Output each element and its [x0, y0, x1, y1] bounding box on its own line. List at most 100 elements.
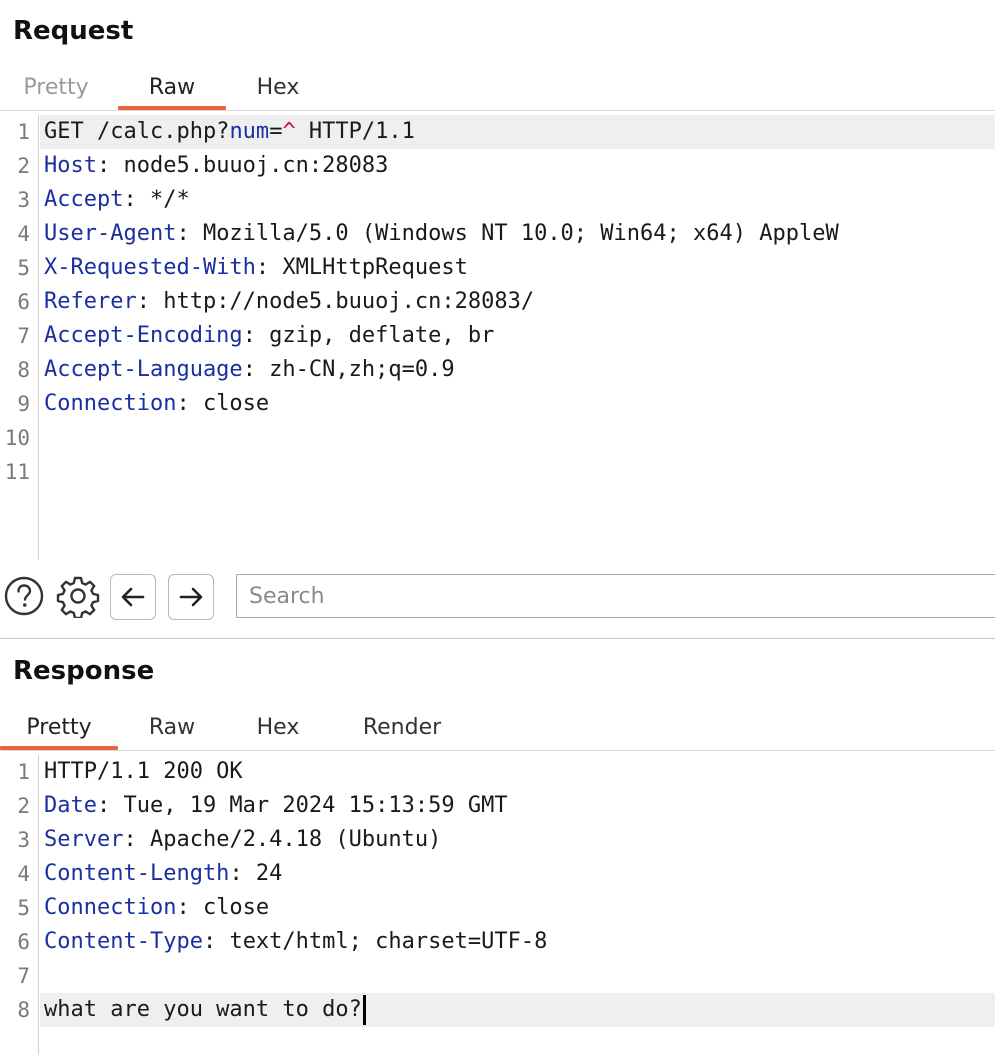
token: : XMLHttpRequest	[255, 255, 468, 280]
token: : Tue, 19 Mar 2024 15:13:59 GMT	[96, 793, 508, 818]
code-line: 10	[0, 421, 995, 455]
tab-label: Hex	[256, 715, 300, 740]
code-line: 5 X-Requested-With: XMLHttpRequest	[0, 251, 995, 285]
line-number: 10	[4, 426, 30, 450]
gear-icon	[56, 576, 100, 618]
line-content: Connection: close	[40, 891, 995, 925]
line-number: 4	[17, 222, 30, 246]
line-number: 2	[17, 794, 30, 818]
line-number: 1	[17, 760, 30, 784]
token: : node5.buuoj.cn:28083	[96, 153, 389, 178]
token: : close	[176, 391, 270, 416]
back-button[interactable]	[110, 574, 156, 620]
header-name: X-Requested-With	[44, 255, 256, 280]
code-line: 3 Server: Apache/2.4.18 (Ubuntu)	[0, 823, 995, 857]
code-line: 11	[0, 455, 995, 489]
header-name: Accept-Language	[44, 357, 243, 382]
token: : text/html; charset=UTF-8	[202, 929, 548, 954]
token: : Apache/2.4.18 (Ubuntu)	[123, 827, 442, 852]
line-number: 3	[17, 188, 30, 212]
request-tabs-divider	[0, 110, 995, 111]
header-name: Accept-Encoding	[44, 323, 243, 348]
forward-button[interactable]	[168, 574, 214, 620]
code-line: 4 Content-Length: 24	[0, 857, 995, 891]
line-number: 9	[17, 392, 30, 416]
line-number: 5	[17, 896, 30, 920]
header-name: Connection	[44, 391, 177, 416]
token: what are you want to do?	[44, 997, 362, 1022]
header-name: Referer	[44, 289, 137, 314]
response-tabs-divider	[0, 750, 995, 751]
code-line: 1 GET /calc.php?num=^ HTTP/1.1	[0, 115, 995, 149]
token: : gzip, deflate, br	[242, 323, 495, 348]
line-content: Content-Length: 24	[40, 857, 995, 891]
code-line: 4 User-Agent: Mozilla/5.0 (Windows NT 10.…	[0, 217, 995, 251]
code-line: 1 HTTP/1.1 200 OK	[0, 755, 995, 789]
response-tab-hex[interactable]: Hex	[230, 710, 326, 748]
tab-label: Raw	[148, 75, 196, 100]
line-content: Accept: */*	[40, 183, 995, 217]
tab-label: Raw	[148, 715, 196, 740]
line-number: 4	[17, 862, 30, 886]
request-tab-pretty[interactable]: Pretty	[0, 70, 112, 108]
line-content: User-Agent: Mozilla/5.0 (Windows NT 10.0…	[40, 217, 995, 251]
line-content: Content-Type: text/html; charset=UTF-8	[40, 925, 995, 959]
token: : */*	[123, 187, 190, 212]
code-line: 3 Accept: */*	[0, 183, 995, 217]
code-line: 9 Connection: close	[0, 387, 995, 421]
line-number: 7	[17, 964, 30, 988]
header-name: Content-Length	[44, 861, 230, 886]
help-button[interactable]	[2, 574, 46, 618]
line-content: Referer: http://node5.buuoj.cn:28083/	[40, 285, 995, 319]
request-editor[interactable]: 1 GET /calc.php?num=^ HTTP/1.1 2 Host: node…	[0, 115, 995, 560]
token: : zh-CN,zh;q=0.9	[242, 357, 455, 382]
response-tab-render[interactable]: Render	[346, 710, 458, 748]
tab-label: Pretty	[26, 715, 92, 740]
request-tab-raw[interactable]: Raw	[118, 70, 226, 110]
response-editor[interactable]: 1 HTTP/1.1 200 OK 2 Date: Tue, 19 Mar 2024 …	[0, 755, 995, 1055]
token: ^	[282, 119, 296, 144]
line-number: 1	[17, 120, 30, 144]
code-line: 2 Host: node5.buuoj.cn:28083	[0, 149, 995, 183]
line-number: 5	[17, 256, 30, 280]
line-content: Server: Apache/2.4.18 (Ubuntu)	[40, 823, 995, 857]
token: : http://node5.buuoj.cn:28083/	[136, 289, 535, 314]
line-number: 7	[17, 324, 30, 348]
code-line: 7 Accept-Encoding: gzip, deflate, br	[0, 319, 995, 353]
code-line: 8 Accept-Language: zh-CN,zh;q=0.9	[0, 353, 995, 387]
line-content: what are you want to do?	[40, 993, 995, 1027]
tab-label: Render	[362, 715, 442, 740]
token: HTTP/1.1	[295, 119, 415, 144]
line-content: HTTP/1.1 200 OK	[40, 755, 995, 789]
tab-label: Hex	[256, 75, 300, 100]
token: : Mozilla/5.0 (Windows NT 10.0; Win64; x…	[176, 221, 839, 246]
arrow-right-icon	[179, 587, 203, 607]
header-name: Host	[44, 153, 97, 178]
request-tabs: Pretty Raw Hex	[0, 70, 995, 112]
response-tab-pretty[interactable]: Pretty	[0, 710, 118, 750]
request-title: Request	[13, 16, 134, 46]
tab-label: Pretty	[23, 75, 89, 100]
code-line: 7	[0, 959, 995, 993]
line-number: 6	[17, 930, 30, 954]
text-caret	[362, 995, 366, 1025]
line-content: Date: Tue, 19 Mar 2024 15:13:59 GMT	[40, 789, 995, 823]
line-number: 6	[17, 290, 30, 314]
help-icon	[4, 576, 44, 616]
line-content: Connection: close	[40, 387, 995, 421]
line-content: GET /calc.php?num=^ HTTP/1.1	[40, 115, 995, 149]
settings-button[interactable]	[56, 574, 100, 618]
line-number: 11	[4, 460, 30, 484]
arrow-left-icon	[121, 587, 145, 607]
line-number: 8	[17, 358, 30, 382]
token: GET /calc.php?	[44, 119, 230, 144]
line-number: 3	[17, 828, 30, 852]
request-toolbar	[0, 570, 995, 630]
token: : close	[176, 895, 270, 920]
request-tab-hex[interactable]: Hex	[230, 70, 326, 108]
token: HTTP/1.1 200 OK	[44, 759, 243, 784]
header-name: Date	[44, 793, 97, 818]
line-content: X-Requested-With: XMLHttpRequest	[40, 251, 995, 285]
search-input[interactable]	[236, 574, 995, 618]
response-tab-raw[interactable]: Raw	[118, 710, 226, 748]
